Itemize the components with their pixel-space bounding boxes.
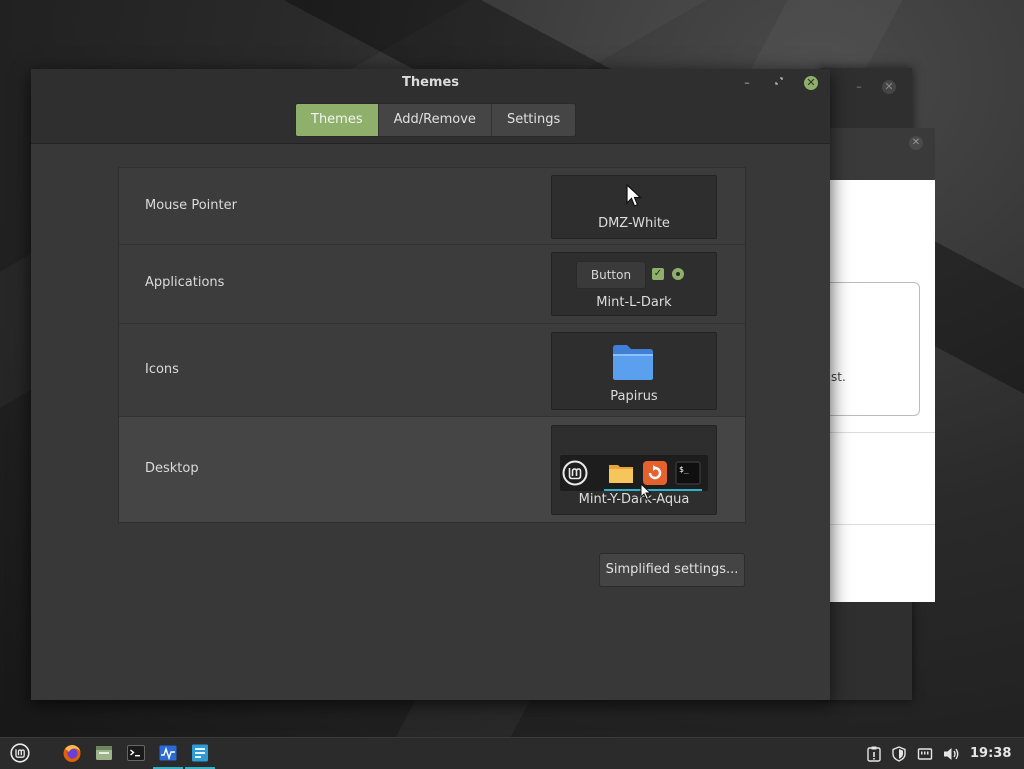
themes-app-launcher[interactable] bbox=[185, 738, 215, 769]
cursor-arrow-icon bbox=[626, 184, 642, 207]
mint-menu-icon bbox=[562, 460, 588, 486]
mouse-pointer-preview-button[interactable]: DMZ-White bbox=[551, 175, 717, 239]
maximize-icon[interactable] bbox=[771, 75, 787, 91]
bg-dialog-frame bbox=[821, 282, 920, 416]
close-icon[interactable]: ✕ bbox=[804, 76, 818, 90]
system-monitor-launcher[interactable] bbox=[153, 738, 183, 769]
taskbar: 19:38 bbox=[0, 737, 1024, 769]
mouse-cursor-icon bbox=[640, 483, 652, 501]
shield-tray[interactable] bbox=[888, 738, 910, 769]
desktop-preview-button[interactable]: $_ Mint-Y-Dark-Aqua bbox=[551, 425, 717, 515]
list-item-icons[interactable]: Icons Papirus bbox=[119, 324, 745, 417]
background-dialog[interactable]: ✕ st. bbox=[820, 128, 935, 602]
folder-icon bbox=[613, 345, 653, 380]
bg-close-icon[interactable]: ✕ bbox=[882, 80, 896, 94]
desktop-taskbar-preview: $_ bbox=[560, 455, 708, 491]
mint-menu-button[interactable] bbox=[5, 738, 35, 769]
icons-preview-button[interactable]: Papirus bbox=[551, 332, 717, 410]
file-manager-launcher[interactable] bbox=[89, 738, 119, 769]
update-manager-tray[interactable] bbox=[863, 738, 885, 769]
list-item-applications[interactable]: Applications Button ✓ Mint-L-Dark bbox=[119, 245, 745, 324]
network-icon bbox=[917, 748, 933, 760]
tab-add-remove[interactable]: Add/Remove bbox=[378, 104, 492, 136]
radio-icon bbox=[672, 268, 684, 280]
folder-icon bbox=[609, 465, 633, 483]
firefox-launcher[interactable] bbox=[57, 738, 87, 769]
themes-app-icon bbox=[192, 744, 208, 762]
themes-window[interactable]: Themes – ✕ Themes Add/Remove Settings Mo… bbox=[31, 69, 830, 700]
terminal-launcher[interactable] bbox=[121, 738, 151, 769]
list-item-desktop[interactable]: Desktop $_ Mint-Y-Dark-Aqua bbox=[119, 417, 745, 522]
minimize-icon[interactable]: – bbox=[739, 75, 755, 91]
running-indicator bbox=[604, 489, 702, 491]
firefox-icon bbox=[63, 745, 81, 762]
bg-minimize-icon[interactable]: – bbox=[852, 80, 866, 94]
update-manager-icon bbox=[867, 746, 881, 762]
mint-menu-icon bbox=[10, 743, 30, 763]
preview-label: Mint-L-Dark bbox=[596, 295, 672, 310]
titlebar[interactable]: Themes – ✕ Themes Add/Remove Settings bbox=[31, 69, 830, 144]
bg-dialog-text: st. bbox=[831, 370, 846, 384]
preview-label: DMZ-White bbox=[598, 216, 670, 231]
window-title: Themes bbox=[401, 75, 460, 90]
preview-label: Papirus bbox=[610, 389, 658, 404]
row-label: Icons bbox=[145, 362, 179, 377]
theme-list: Mouse Pointer DMZ-White Applications But… bbox=[118, 167, 746, 523]
tab-settings[interactable]: Settings bbox=[491, 104, 576, 136]
terminal-icon bbox=[127, 745, 145, 761]
row-label: Mouse Pointer bbox=[145, 198, 237, 213]
shield-icon bbox=[892, 746, 906, 762]
svg-text:$_: $_ bbox=[679, 465, 689, 474]
preview-label: Mint-Y-Dark-Aqua bbox=[578, 492, 690, 507]
list-item-mouse-pointer[interactable]: Mouse Pointer DMZ-White bbox=[119, 168, 745, 245]
divider bbox=[821, 524, 935, 525]
row-label: Desktop bbox=[145, 461, 199, 476]
file-manager-icon bbox=[96, 746, 112, 760]
checkbox-icon: ✓ bbox=[652, 268, 664, 280]
simplified-settings-button[interactable]: Simplified settings... bbox=[599, 553, 745, 587]
clock[interactable]: 19:38 bbox=[970, 738, 1011, 769]
row-label: Applications bbox=[145, 275, 225, 290]
divider bbox=[821, 432, 935, 433]
applications-preview-button[interactable]: Button ✓ Mint-L-Dark bbox=[551, 252, 717, 316]
network-tray[interactable] bbox=[914, 738, 936, 769]
tab-themes[interactable]: Themes bbox=[296, 104, 379, 136]
demo-button: Button bbox=[576, 261, 646, 289]
volume-tray[interactable] bbox=[940, 738, 962, 769]
bg-dialog-close-icon[interactable]: ✕ bbox=[909, 136, 923, 150]
system-monitor-icon bbox=[159, 745, 177, 761]
terminal-icon: $_ bbox=[675, 461, 701, 485]
tab-bar: Themes Add/Remove Settings bbox=[295, 103, 577, 137]
volume-icon bbox=[944, 748, 959, 760]
